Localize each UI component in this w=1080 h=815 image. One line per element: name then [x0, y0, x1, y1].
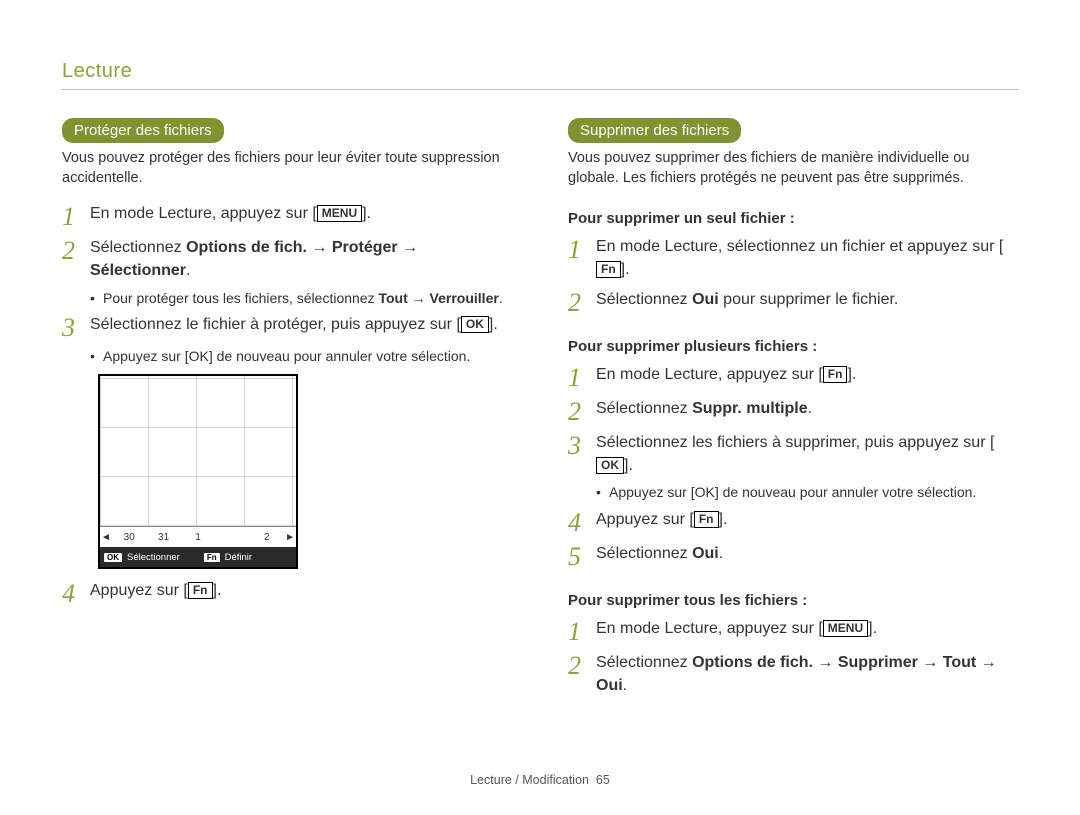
- page-header: Lecture: [62, 60, 1018, 90]
- key-box: Fn: [823, 366, 848, 383]
- sec1-step-1: 1 En mode Lecture, sélectionnez un fichi…: [568, 235, 1018, 281]
- step-number: 1: [568, 363, 596, 391]
- step-body: Appuyez sur [Fn].: [90, 579, 512, 602]
- day-cell: 30: [112, 532, 146, 543]
- step-number: 3: [568, 431, 596, 459]
- delete-one-head: Pour supprimer un seul fichier :: [568, 210, 1018, 227]
- manual-page: Lecture Protéger des fichiers Vous pouve…: [0, 0, 1080, 815]
- sec3-step-2: 2 Sélectionnez Options de fich. → Suppri…: [568, 651, 1018, 697]
- sec2-step-2: 2 Sélectionnez Suppr. multiple.: [568, 397, 1018, 425]
- step-body: En mode Lecture, appuyez sur [MENU].: [90, 202, 512, 225]
- sec2-step-1: 1 En mode Lecture, appuyez sur [Fn].: [568, 363, 1018, 391]
- step-number: 2: [568, 651, 596, 679]
- step-number: 2: [62, 236, 90, 264]
- day-cell: 2: [250, 532, 284, 543]
- ok-label: Sélectionner: [127, 552, 180, 563]
- step-number: 3: [62, 313, 90, 341]
- step-body: Sélectionnez Suppr. multiple.: [596, 397, 1018, 420]
- key-box: Fn: [694, 511, 719, 528]
- fn-key-icon: Fn: [204, 553, 220, 562]
- two-column-layout: Protéger des fichiers Vous pouvez protég…: [62, 118, 1018, 703]
- footer-section: Lecture / Modification: [470, 773, 589, 787]
- sec1-step-2: 2 Sélectionnez Oui pour supprimer le fic…: [568, 288, 1018, 316]
- step-3-bullet: Appuyez sur [OK] de nouveau pour annuler…: [90, 347, 512, 366]
- step-body: Sélectionnez Options de fich. → Supprime…: [596, 651, 1018, 697]
- step-4: 4 Appuyez sur [Fn].: [62, 579, 512, 607]
- sec2-step-5: 5 Sélectionnez Oui.: [568, 542, 1018, 570]
- day-cell: 1: [181, 532, 215, 543]
- sec2-step-3-bullet: Appuyez sur [OK] de nouveau pour annuler…: [596, 483, 1018, 502]
- step-number: 1: [62, 202, 90, 230]
- key-box: MENU: [317, 205, 362, 222]
- step-3: 3 Sélectionnez le fichier à protéger, pu…: [62, 313, 512, 341]
- delete-multi-head: Pour supprimer plusieurs fichiers :: [568, 338, 1018, 355]
- step-2-bullet: Pour protéger tous les fichiers, sélecti…: [90, 289, 512, 308]
- key-box: OK: [189, 348, 209, 364]
- key-box: OK: [461, 316, 489, 333]
- step-body: En mode Lecture, appuyez sur [MENU].: [596, 617, 1018, 640]
- left-column: Protéger des fichiers Vous pouvez protég…: [62, 118, 512, 703]
- step-body: Sélectionnez les fichiers à supprimer, p…: [596, 431, 1018, 477]
- step-2: 2 Sélectionnez Options de fich. → Protég…: [62, 236, 512, 282]
- protect-intro: Vous pouvez protéger des fichiers pour l…: [62, 149, 512, 188]
- step-body: En mode Lecture, appuyez sur [Fn].: [596, 363, 1018, 386]
- key-box: Fn: [188, 582, 213, 599]
- sec2-step-3: 3 Sélectionnez les fichiers à supprimer,…: [568, 431, 1018, 477]
- right-arrow-icon: ►: [284, 532, 296, 543]
- step-body: Appuyez sur [Fn].: [596, 508, 1018, 531]
- step-body: En mode Lecture, sélectionnez un fichier…: [596, 235, 1018, 281]
- step-number: 1: [568, 617, 596, 645]
- left-arrow-icon: ◄: [100, 532, 112, 543]
- key-box: Fn: [596, 261, 621, 278]
- step-number: 4: [568, 508, 596, 536]
- step-body: Sélectionnez Oui.: [596, 542, 1018, 565]
- key-box: OK: [695, 484, 715, 500]
- day-cell: 31: [146, 532, 180, 543]
- delete-intro: Vous pouvez supprimer des fichiers de ma…: [568, 149, 1018, 188]
- protect-pill: Protéger des fichiers: [62, 118, 224, 143]
- calendar-strip: ◄ 30 31 1 2 ►: [100, 526, 296, 547]
- sec2-step-4: 4 Appuyez sur [Fn].: [568, 508, 1018, 536]
- step-body: Sélectionnez Options de fich. → Protéger…: [90, 236, 512, 282]
- step-number: 2: [568, 288, 596, 316]
- step-number: 2: [568, 397, 596, 425]
- footer-page: 65: [596, 773, 610, 787]
- screen-bottom-bar: OK Sélectionner Fn Définir: [100, 547, 296, 567]
- step-number: 4: [62, 579, 90, 607]
- page-footer: Lecture / Modification 65: [0, 773, 1080, 787]
- key-box: OK: [596, 457, 624, 474]
- right-column: Supprimer des fichiers Vous pouvez suppr…: [568, 118, 1018, 703]
- step-number: 1: [568, 235, 596, 263]
- ok-key-icon: OK: [104, 553, 122, 562]
- sec3-step-1: 1 En mode Lecture, appuyez sur [MENU].: [568, 617, 1018, 645]
- step-body: Sélectionnez le fichier à protéger, puis…: [90, 313, 512, 336]
- key-box: MENU: [823, 620, 868, 637]
- delete-pill: Supprimer des fichiers: [568, 118, 741, 143]
- step-number: 5: [568, 542, 596, 570]
- fn-label: Définir: [225, 552, 252, 563]
- delete-all-head: Pour supprimer tous les fichiers :: [568, 592, 1018, 609]
- step-1: 1 En mode Lecture, appuyez sur [MENU].: [62, 202, 512, 230]
- camera-screen-figure: ◄ 30 31 1 2 ► OK Sélectionner Fn Définir: [98, 374, 298, 569]
- thumbnail-grid: [100, 376, 296, 526]
- step-body: Sélectionnez Oui pour supprimer le fichi…: [596, 288, 1018, 311]
